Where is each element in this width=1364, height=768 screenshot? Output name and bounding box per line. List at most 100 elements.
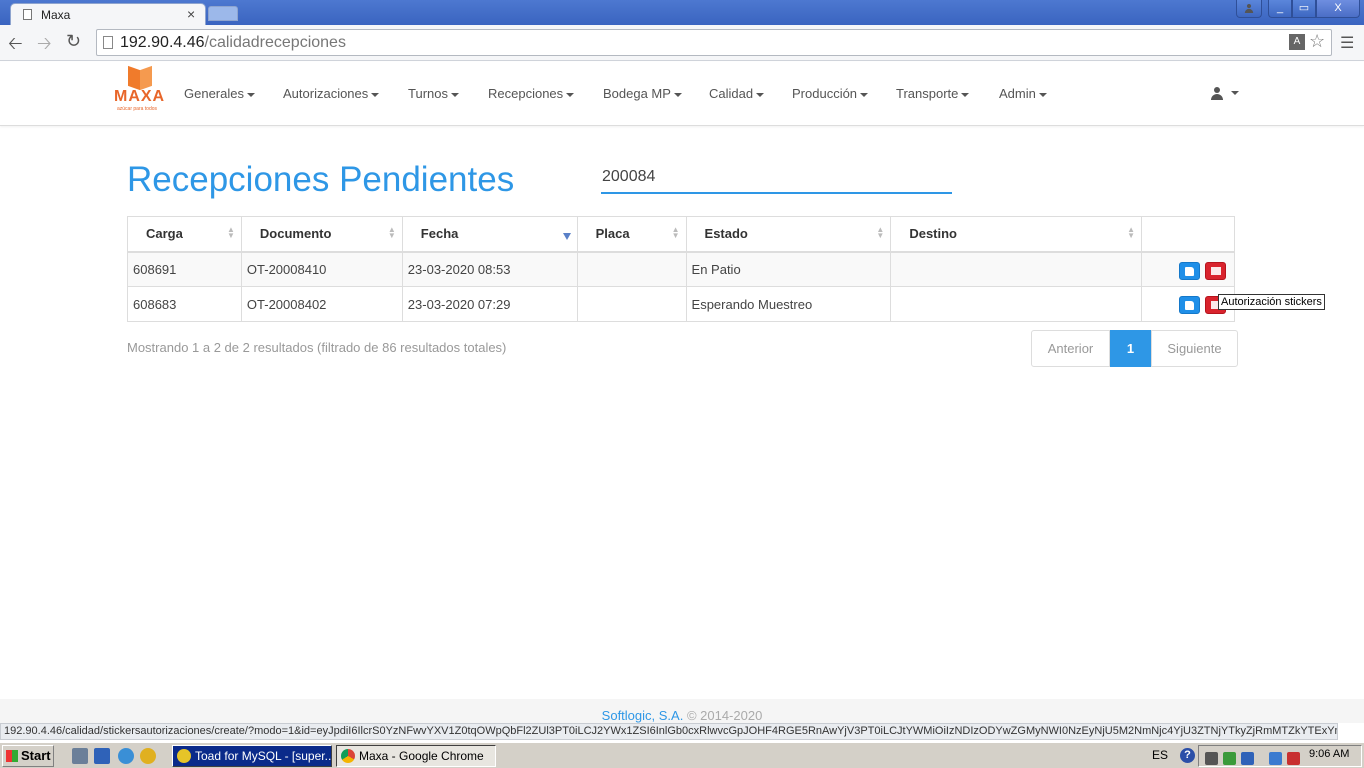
quick-launch-server-icon[interactable] bbox=[72, 748, 88, 764]
browser-title-bar: Maxa × _ ▭ X bbox=[0, 0, 1364, 25]
tab-close-button[interactable]: × bbox=[187, 6, 195, 22]
logo-cube-right bbox=[140, 65, 152, 91]
help-icon[interactable]: ? bbox=[1180, 748, 1195, 763]
reload-icon[interactable]: ↻ bbox=[66, 31, 81, 52]
column-header-carga[interactable]: Carga ▲ ▼ bbox=[127, 216, 242, 253]
windows-logo-icon bbox=[6, 750, 18, 762]
page-icon bbox=[103, 36, 113, 49]
footer-company-link[interactable]: Softlogic, S.A. bbox=[602, 708, 684, 723]
search-input[interactable] bbox=[601, 162, 952, 194]
sort-icon: ▲ ▼ bbox=[226, 225, 235, 240]
back-icon[interactable]: 🡠 bbox=[8, 31, 23, 61]
close-window-button[interactable]: X bbox=[1316, 0, 1360, 18]
menu-bodega-mp[interactable]: Bodega MP bbox=[603, 86, 682, 101]
translate-icon[interactable]: A bbox=[1289, 34, 1305, 50]
menu-produccion[interactable]: Producción bbox=[792, 86, 868, 101]
pagination: Anterior 1 Siguiente bbox=[1031, 330, 1238, 367]
page-1-button[interactable]: 1 bbox=[1110, 330, 1151, 367]
page-title: Recepciones Pendientes bbox=[127, 160, 515, 199]
chrome-icon bbox=[341, 749, 355, 763]
menu-admin[interactable]: Admin bbox=[999, 86, 1047, 101]
tray-shield-icon[interactable] bbox=[1241, 752, 1254, 765]
column-header-destino[interactable]: Destino ▲ ▼ bbox=[890, 216, 1143, 253]
taskbar-chrome[interactable]: Maxa - Google Chrome bbox=[336, 745, 496, 767]
cell-destino bbox=[890, 251, 1143, 287]
tray-security-icon[interactable] bbox=[1223, 752, 1236, 765]
edit-button[interactable] bbox=[1179, 261, 1201, 280]
menu-autorizaciones[interactable]: Autorizaciones bbox=[283, 86, 379, 101]
minimize-button[interactable]: _ bbox=[1268, 0, 1292, 18]
cell-placa bbox=[576, 286, 687, 322]
table-header-row: Carga ▲ ▼ Documento ▲ ▼ Fecha Placa ▲ ▼ Estado… bbox=[127, 216, 1235, 253]
start-label: Start bbox=[21, 748, 51, 763]
table-row: 608683 OT-20008402 23-03-2020 07:29 Espe… bbox=[127, 286, 1235, 322]
start-button[interactable]: Start bbox=[2, 745, 54, 767]
stickers-authorization-button[interactable] bbox=[1205, 261, 1227, 280]
new-tab-button[interactable] bbox=[208, 6, 238, 21]
menu-icon[interactable]: ☰ bbox=[1340, 33, 1354, 53]
app-navbar: MAXA azúcar para todos Generales Autoriz… bbox=[0, 62, 1364, 126]
cell-estado: En Patio bbox=[685, 251, 892, 287]
table-info: Mostrando 1 a 2 de 2 resultados (filtrad… bbox=[127, 340, 507, 355]
column-header-placa[interactable]: Placa ▲ ▼ bbox=[576, 216, 687, 253]
toad-icon bbox=[177, 749, 191, 763]
cell-destino bbox=[890, 286, 1143, 322]
taskbar-toad[interactable]: Toad for MySQL - [super... bbox=[172, 745, 332, 767]
address-bar[interactable]: 192.90.4.46/calidadrecepciones A ☆ bbox=[96, 29, 1332, 56]
forward-icon[interactable]: 🡢 bbox=[37, 31, 52, 61]
browser-status-bar: 192.90.4.46/calidad/stickersautorizacion… bbox=[0, 723, 1338, 740]
page-footer: Softlogic, S.A. © 2014-2020 bbox=[0, 699, 1364, 723]
column-label: Carga bbox=[146, 226, 183, 242]
browser-tab[interactable]: Maxa × bbox=[10, 3, 206, 25]
footer-copyright: © 2014-2020 bbox=[683, 708, 763, 723]
menu-generales[interactable]: Generales bbox=[184, 86, 255, 101]
logo-tagline: azúcar para todos bbox=[117, 106, 158, 112]
menu-calidad[interactable]: Calidad bbox=[709, 86, 764, 101]
user-profile-button[interactable] bbox=[1236, 0, 1262, 18]
document-icon bbox=[1185, 266, 1195, 276]
logo-cube-left bbox=[128, 65, 140, 91]
task-label: Toad for MySQL - [super... bbox=[195, 749, 332, 763]
next-page-button[interactable]: Siguiente bbox=[1151, 330, 1238, 367]
quick-launch-chrome-icon[interactable] bbox=[140, 748, 156, 764]
maxa-logo[interactable]: MAXA azúcar para todos bbox=[113, 64, 169, 114]
cell-placa bbox=[576, 251, 687, 287]
column-header-documento[interactable]: Documento ▲ ▼ bbox=[240, 216, 403, 253]
previous-page-button[interactable]: Anterior bbox=[1031, 330, 1110, 367]
language-indicator[interactable]: ES bbox=[1152, 748, 1168, 762]
star-icon[interactable]: ☆ bbox=[1309, 29, 1325, 54]
quick-launch-ie-icon[interactable] bbox=[118, 748, 134, 764]
column-label: Placa bbox=[595, 226, 630, 242]
quick-launch-desktop-icon[interactable] bbox=[94, 748, 110, 764]
url-host: 192.90.4.46 bbox=[120, 34, 205, 51]
menu-recepciones[interactable]: Recepciones bbox=[488, 86, 574, 101]
windows-taskbar: Start Toad for MySQL - [super... Maxa - … bbox=[0, 742, 1364, 768]
column-header-estado[interactable]: Estado ▲ ▼ bbox=[685, 216, 892, 253]
maximize-button[interactable]: ▭ bbox=[1292, 0, 1316, 18]
column-header-fecha[interactable]: Fecha bbox=[401, 216, 578, 253]
tray-arrow-icon[interactable] bbox=[1205, 752, 1218, 765]
document-icon bbox=[1185, 301, 1195, 310]
sort-icon: ▲ ▼ bbox=[387, 225, 396, 240]
user-menu[interactable] bbox=[1211, 84, 1239, 100]
tray-network-icon[interactable] bbox=[1269, 752, 1282, 765]
column-label: Destino bbox=[909, 226, 957, 242]
column-header-actions bbox=[1141, 216, 1235, 253]
cell-carga: 608683 bbox=[127, 286, 242, 322]
tab-title: Maxa bbox=[41, 8, 71, 22]
menu-transporte[interactable]: Transporte bbox=[896, 86, 969, 101]
sort-icon: ▲ ▼ bbox=[1127, 225, 1136, 240]
sort-icon: ▲ ▼ bbox=[671, 225, 680, 240]
sort-icon: ▲ ▼ bbox=[876, 225, 885, 240]
url-text: 192.90.4.46/calidadrecepciones bbox=[120, 30, 346, 55]
user-icon bbox=[1211, 86, 1223, 100]
edit-button[interactable] bbox=[1179, 296, 1201, 314]
cell-carga: 608691 bbox=[127, 251, 242, 287]
column-label: Fecha bbox=[420, 226, 459, 242]
task-label: Maxa - Google Chrome bbox=[359, 749, 484, 763]
menu-turnos[interactable]: Turnos bbox=[408, 86, 459, 101]
clock[interactable]: 9:06 AM bbox=[1309, 748, 1349, 760]
cell-documento: OT-20008402 bbox=[240, 286, 403, 322]
sticker-icon bbox=[1211, 266, 1222, 275]
tray-volume-icon[interactable] bbox=[1287, 752, 1300, 765]
